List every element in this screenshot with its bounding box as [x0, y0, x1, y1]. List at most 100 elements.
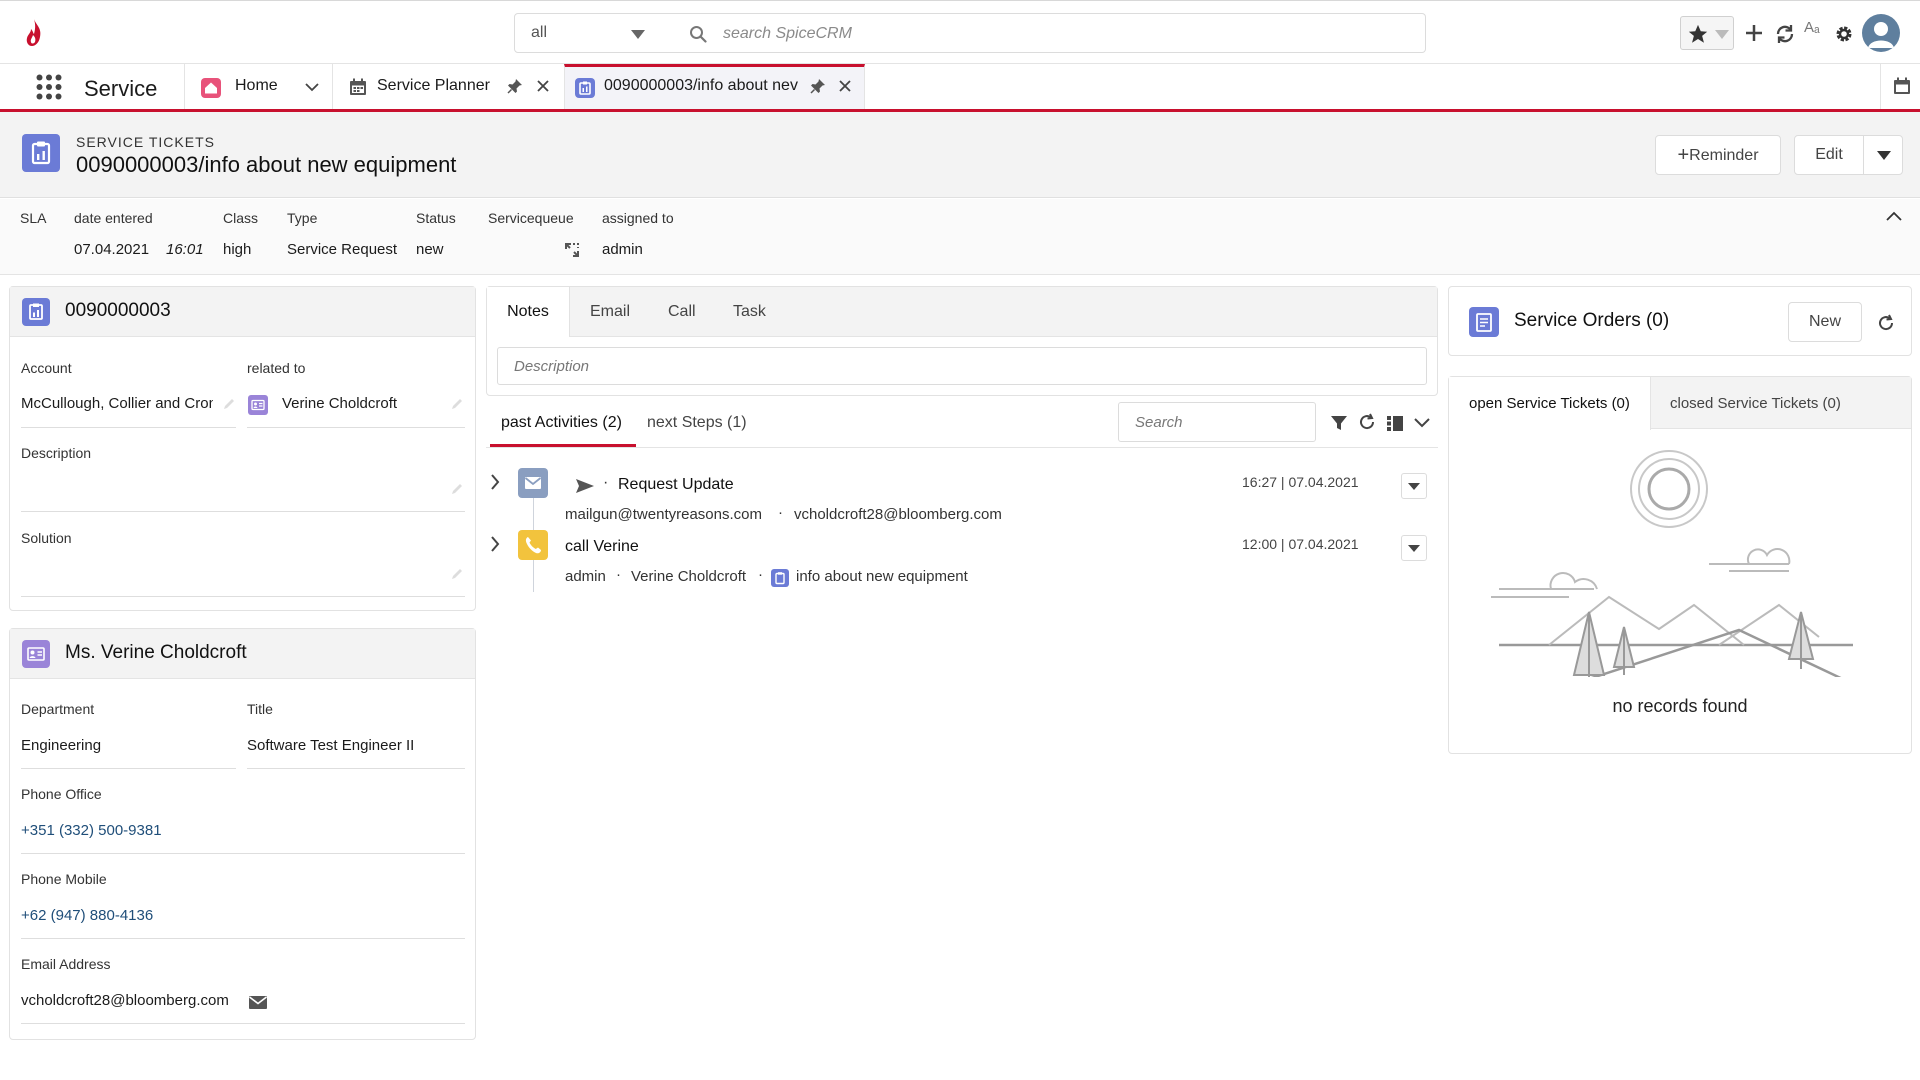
activity-contact[interactable]: Verine Choldcroft	[631, 568, 746, 585]
app-launcher-icon[interactable]	[36, 74, 62, 100]
favorites-button[interactable]	[1680, 16, 1734, 50]
activity-composer-panel: Notes Email Call Task Description	[486, 286, 1438, 396]
user-avatar[interactable]	[1862, 14, 1900, 52]
activity-search-input[interactable]: Search	[1118, 402, 1316, 442]
new-button-label: New	[1808, 313, 1841, 330]
search-scope-select[interactable]: all	[514, 13, 662, 53]
activity-from[interactable]: mailgun@twentyreasons.com	[565, 506, 762, 523]
envelope-icon[interactable]	[248, 994, 268, 1010]
history-toolbar: past Activities (2) next Steps (1) Searc…	[486, 400, 1438, 448]
field-divider	[21, 1023, 465, 1024]
activity-to[interactable]: vcholdcroft28@bloomberg.com	[794, 506, 1002, 523]
class-label: Class	[223, 210, 259, 226]
list-view-icon[interactable]	[1386, 414, 1404, 432]
related-to-value[interactable]: Verine Choldcroft	[282, 395, 397, 412]
tab-task[interactable]: Task	[733, 287, 766, 337]
close-icon[interactable]	[537, 80, 549, 92]
chevron-up-icon[interactable]	[1886, 211, 1902, 221]
chevron-right-icon[interactable]	[490, 536, 500, 552]
tab-closed-service-tickets[interactable]: closed Service Tickets (0)	[1670, 395, 1841, 412]
pin-icon[interactable]	[810, 78, 826, 94]
phone-office-value[interactable]: +351 (332) 500-9381	[21, 822, 162, 839]
gear-icon[interactable]	[1834, 24, 1854, 44]
filter-icon[interactable]	[1330, 414, 1348, 432]
activity-related[interactable]: info about new equipment	[796, 568, 968, 585]
related-to-label: related to	[247, 360, 306, 376]
email-address-value[interactable]: vcholdcroft28@bloomberg.com	[21, 992, 229, 1009]
service-ticket-icon	[771, 569, 789, 587]
more-actions-button[interactable]	[1863, 135, 1903, 175]
ticket-panel-header: 0090000003	[10, 287, 475, 337]
assigned-to-label: assigned to	[602, 210, 674, 226]
activity-title[interactable]: Request Update	[618, 476, 734, 494]
plus-icon: +	[1677, 144, 1690, 166]
activity-actions-button[interactable]	[1401, 473, 1427, 499]
field-divider	[21, 596, 465, 597]
tab-service-planner[interactable]: Service Planner	[332, 64, 564, 109]
search-scope-value: all	[531, 24, 548, 41]
job-title-label: Title	[247, 701, 273, 717]
active-tab-indicator	[490, 444, 636, 447]
department-value: Engineering	[21, 737, 102, 754]
ticket-detail-panel: 0090000003 Account related to McCullough…	[9, 286, 476, 611]
status-value: new	[416, 241, 444, 258]
refresh-icon[interactable]	[1358, 413, 1376, 431]
add-reminder-button[interactable]: +Reminder	[1655, 135, 1781, 175]
close-icon[interactable]	[839, 80, 851, 92]
chevron-down-icon	[631, 30, 645, 39]
tab-open-service-tickets[interactable]: open Service Tickets (0)	[1449, 377, 1651, 430]
type-label: Type	[287, 210, 318, 226]
tab-email[interactable]: Email	[590, 287, 630, 337]
tab-home[interactable]: Home	[184, 64, 332, 109]
tab-service-ticket[interactable]: 0090000003/info about nev	[564, 64, 865, 109]
field-divider	[21, 768, 236, 769]
chevron-down-icon	[1877, 151, 1891, 160]
activity-actions-button[interactable]	[1401, 535, 1427, 561]
assigned-to-value[interactable]: admin	[602, 241, 643, 258]
field-divider	[21, 427, 236, 428]
activity-user[interactable]: admin	[565, 568, 606, 585]
record-header: SERVICE TICKETS 0090000003/info about ne…	[0, 112, 1920, 198]
star-icon	[1687, 23, 1709, 45]
contact-icon	[22, 640, 50, 668]
tab-past-activities[interactable]: past Activities (2)	[501, 414, 622, 432]
servicequeue-link-icon[interactable]	[563, 241, 581, 259]
refresh-icon[interactable]	[1774, 23, 1796, 45]
tab-notes[interactable]: Notes	[487, 287, 570, 337]
edit-pencil-icon[interactable]	[450, 482, 464, 496]
spicecrm-logo-icon[interactable]	[22, 17, 46, 49]
edit-button[interactable]: Edit	[1794, 135, 1864, 175]
phone-icon	[518, 530, 548, 560]
contact-icon	[248, 395, 268, 415]
font-size-icon[interactable]: Aₐ	[1804, 19, 1820, 36]
edit-pencil-icon[interactable]	[222, 397, 236, 411]
plus-icon[interactable]	[1744, 23, 1764, 43]
service-order-icon	[1469, 307, 1499, 337]
empty-state-text: no records found	[1612, 696, 1748, 716]
chevron-down-icon[interactable]	[1414, 418, 1430, 428]
type-value: Service Request	[287, 241, 398, 258]
separator-dot: ·	[616, 566, 621, 583]
activity-title[interactable]: call Verine	[565, 538, 639, 556]
global-search-input[interactable]: search SpiceCRM	[661, 13, 1426, 53]
tab-service-ticket-label: 0090000003/info about nev	[604, 77, 798, 94]
tab-service-planner-label: Service Planner	[377, 77, 490, 94]
contact-panel-title[interactable]: Ms. Verine Choldcroft	[65, 642, 247, 664]
refresh-icon[interactable]	[1877, 314, 1895, 332]
edit-pencil-icon[interactable]	[450, 567, 464, 581]
chevron-right-icon[interactable]	[490, 474, 500, 490]
chevron-down-icon[interactable]	[305, 83, 319, 92]
new-service-order-button[interactable]: New	[1788, 302, 1862, 342]
pin-icon[interactable]	[507, 78, 523, 94]
account-value[interactable]: McCullough, Collier and Cron	[21, 395, 213, 412]
note-description-input[interactable]: Description	[497, 347, 1427, 385]
tab-next-steps[interactable]: next Steps (1)	[647, 414, 747, 432]
edit-pencil-icon[interactable]	[450, 397, 464, 411]
notes-drawer-button[interactable]	[1880, 64, 1920, 109]
email-address-label: Email Address	[21, 956, 111, 972]
account-label: Account	[21, 360, 72, 376]
tab-call[interactable]: Call	[668, 287, 696, 337]
app-name[interactable]: Service	[84, 76, 157, 102]
phone-mobile-value[interactable]: +62 (947) 880-4136	[21, 907, 153, 924]
solution-label: Solution	[21, 530, 72, 546]
